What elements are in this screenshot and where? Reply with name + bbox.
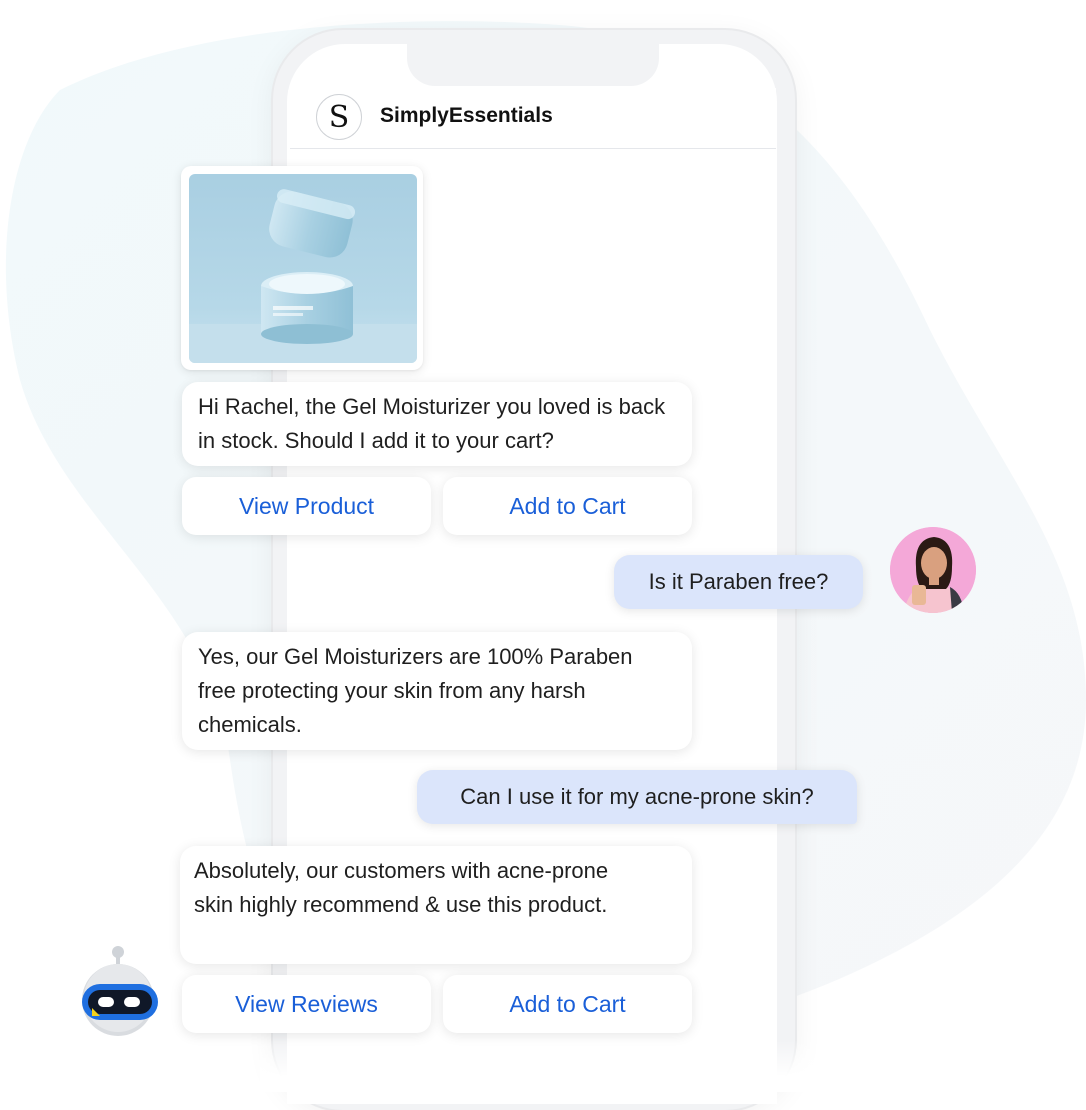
product-card[interactable] — [181, 166, 423, 370]
brand-logo: S — [316, 94, 362, 140]
add-to-cart-label: Add to Cart — [509, 990, 626, 1017]
product-image-icon — [189, 174, 417, 363]
bot-message-bubble: Yes, our Gel Moisturizers are 100% Parab… — [182, 632, 692, 750]
view-product-button[interactable]: View Product — [182, 477, 431, 535]
user-message-text: Can I use it for my acne-prone skin? — [460, 784, 814, 809]
bot-message-text: Absolutely, our customers with acne-pron… — [194, 858, 609, 917]
bottom-fade — [260, 1040, 820, 1092]
chat-header: S SimplyEssentials — [290, 88, 776, 149]
view-product-label: View Product — [238, 492, 375, 519]
add-to-cart-button[interactable]: Add to Cart — [443, 975, 692, 1033]
bot-message-text: Hi Rachel, the Gel Moisturizer you loved… — [198, 394, 666, 453]
view-reviews-label: View Reviews — [235, 990, 378, 1017]
add-to-cart-label: Add to Cart — [509, 492, 626, 519]
add-to-cart-button[interactable]: Add to Cart — [443, 477, 692, 535]
user-message-bubble: Is it Paraben free? — [614, 555, 863, 609]
gel-moisturizer-jar-image — [189, 174, 417, 363]
bot-message-bubble: Absolutely, our customers with acne-pron… — [180, 846, 692, 964]
chatbot-robot-icon — [62, 944, 172, 1054]
bot-message-text: Yes, our Gel Moisturizers are 100% Parab… — [198, 644, 633, 737]
robot-icon — [69, 946, 165, 1050]
user-avatar-icon — [890, 527, 976, 613]
user-avatar-rachel — [890, 527, 976, 613]
brand-logo-letter: S — [328, 99, 350, 135]
view-reviews-button[interactable]: View Reviews — [182, 975, 431, 1033]
phone-notch — [407, 40, 659, 86]
brand-name: SimplyEssentials — [380, 104, 553, 127]
bot-message-bubble: Hi Rachel, the Gel Moisturizer you loved… — [182, 382, 692, 466]
user-message-bubble: Can I use it for my acne-prone skin? — [417, 770, 857, 824]
user-message-text: Is it Paraben free? — [648, 569, 829, 594]
